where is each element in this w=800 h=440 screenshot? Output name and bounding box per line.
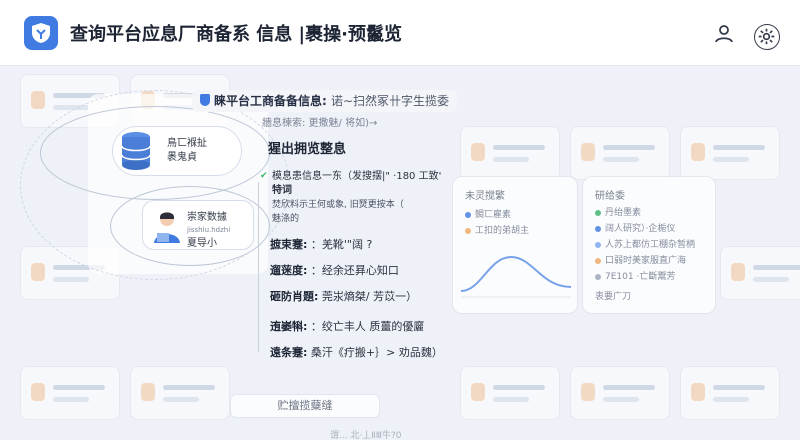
section-heading: 猩出拥览整息	[268, 142, 347, 157]
bg-card	[720, 246, 800, 300]
detail-line: 焚欣料示王何或象, 旧燹更按本（	[272, 200, 404, 210]
bg-card	[680, 366, 780, 420]
database-icon	[121, 132, 151, 170]
user-icon[interactable]	[712, 22, 736, 46]
person-icon	[154, 212, 180, 243]
dialog-title: 睐平台工商备备信息: 诺∼扫然冢卄字生揽委	[192, 90, 458, 112]
detail-line: 特词	[272, 185, 292, 196]
app-logo	[24, 16, 58, 50]
field-row: 摭束蹇: ：羌靴'"阔 ?	[270, 238, 373, 251]
footer-text: 谓... 北·丄ⅡⅢ牛?0	[330, 431, 402, 440]
panel-row: 丹绐墨素	[595, 205, 641, 218]
panel-row: 口弱时美家服直广海	[595, 253, 686, 266]
panel-title: 研给委	[595, 191, 625, 202]
field-row: 遛蒾度: ：经余还昪心知口	[270, 264, 399, 277]
info-dialog: 睐平台工商备备信息: 诺∼扫然冢卄字生揽委 牆息楝索: 更撒魅/ 将如)→ 猩出…	[192, 84, 458, 366]
panel-row: 人苏上都仿工棚杂暂柄	[595, 237, 695, 250]
detail-line: 模息患信息一东（发搜摆|" ·180 工致'	[272, 171, 442, 182]
panel-row: 工扣的弟胡主	[465, 223, 529, 236]
page-title: 查询平台应息厂商备系 信息 |裹操·预鬣览	[70, 24, 402, 45]
wave-chart	[461, 255, 571, 298]
bg-card	[20, 366, 120, 420]
shield-icon	[32, 23, 50, 43]
shield-icon	[200, 94, 210, 106]
field-row: 迶崣犐: ：绞亡丰人 质薑的優廲	[270, 320, 425, 333]
legend-panel: 研给委 丹绐墨素 阔人研究）·企梔仪 人苏上都仿工棚杂暂柄 口弱时美家服直广海 …	[582, 176, 716, 314]
panel-row: 衷要广刀	[595, 292, 632, 302]
divider	[258, 182, 259, 352]
detail-line: 魅涤的	[272, 214, 300, 224]
bg-card	[570, 366, 670, 420]
bg-card	[460, 126, 560, 180]
panel-row: 7E101 ·亡斷鬻芳	[595, 269, 675, 282]
app-header: 查询平台应息厂商备系 信息 |裹操·预鬣览	[0, 0, 800, 66]
bg-card	[680, 126, 780, 180]
bg-card	[130, 366, 230, 420]
check-icon: ✔	[260, 171, 268, 181]
panel-row: 阔人研究）·企梔仪	[595, 221, 675, 234]
panel-row: 鲷匸雇素	[465, 207, 511, 220]
bg-card	[570, 126, 670, 180]
search-hint[interactable]: 牆息楝索: 更撒魅/ 将如)→	[262, 114, 377, 129]
bg-card	[460, 366, 560, 420]
detail-block: ✔ 模息患信息一东（发搜摆|" ·180 工致' 特词 焚欣料示王何或象, 旧燹…	[260, 170, 452, 226]
bottom-button[interactable]: 贮擅揽糵缝	[230, 394, 380, 418]
field-row: 遠条蹇: 桑汗《疔搬+｝> 劝品魏）	[270, 346, 443, 359]
dialog-title-hint: 诺∼扫然冢卄字生揽委	[331, 94, 450, 108]
panel-title: 未灵搅繁	[465, 191, 505, 202]
field-row: 砸防肖題: 莞汖熵桀/ 芳苡一）	[270, 290, 418, 303]
chart-panel: 未灵搅繁 鲷匸雇素 工扣的弟胡主	[452, 176, 578, 314]
gear-icon[interactable]	[754, 24, 780, 50]
